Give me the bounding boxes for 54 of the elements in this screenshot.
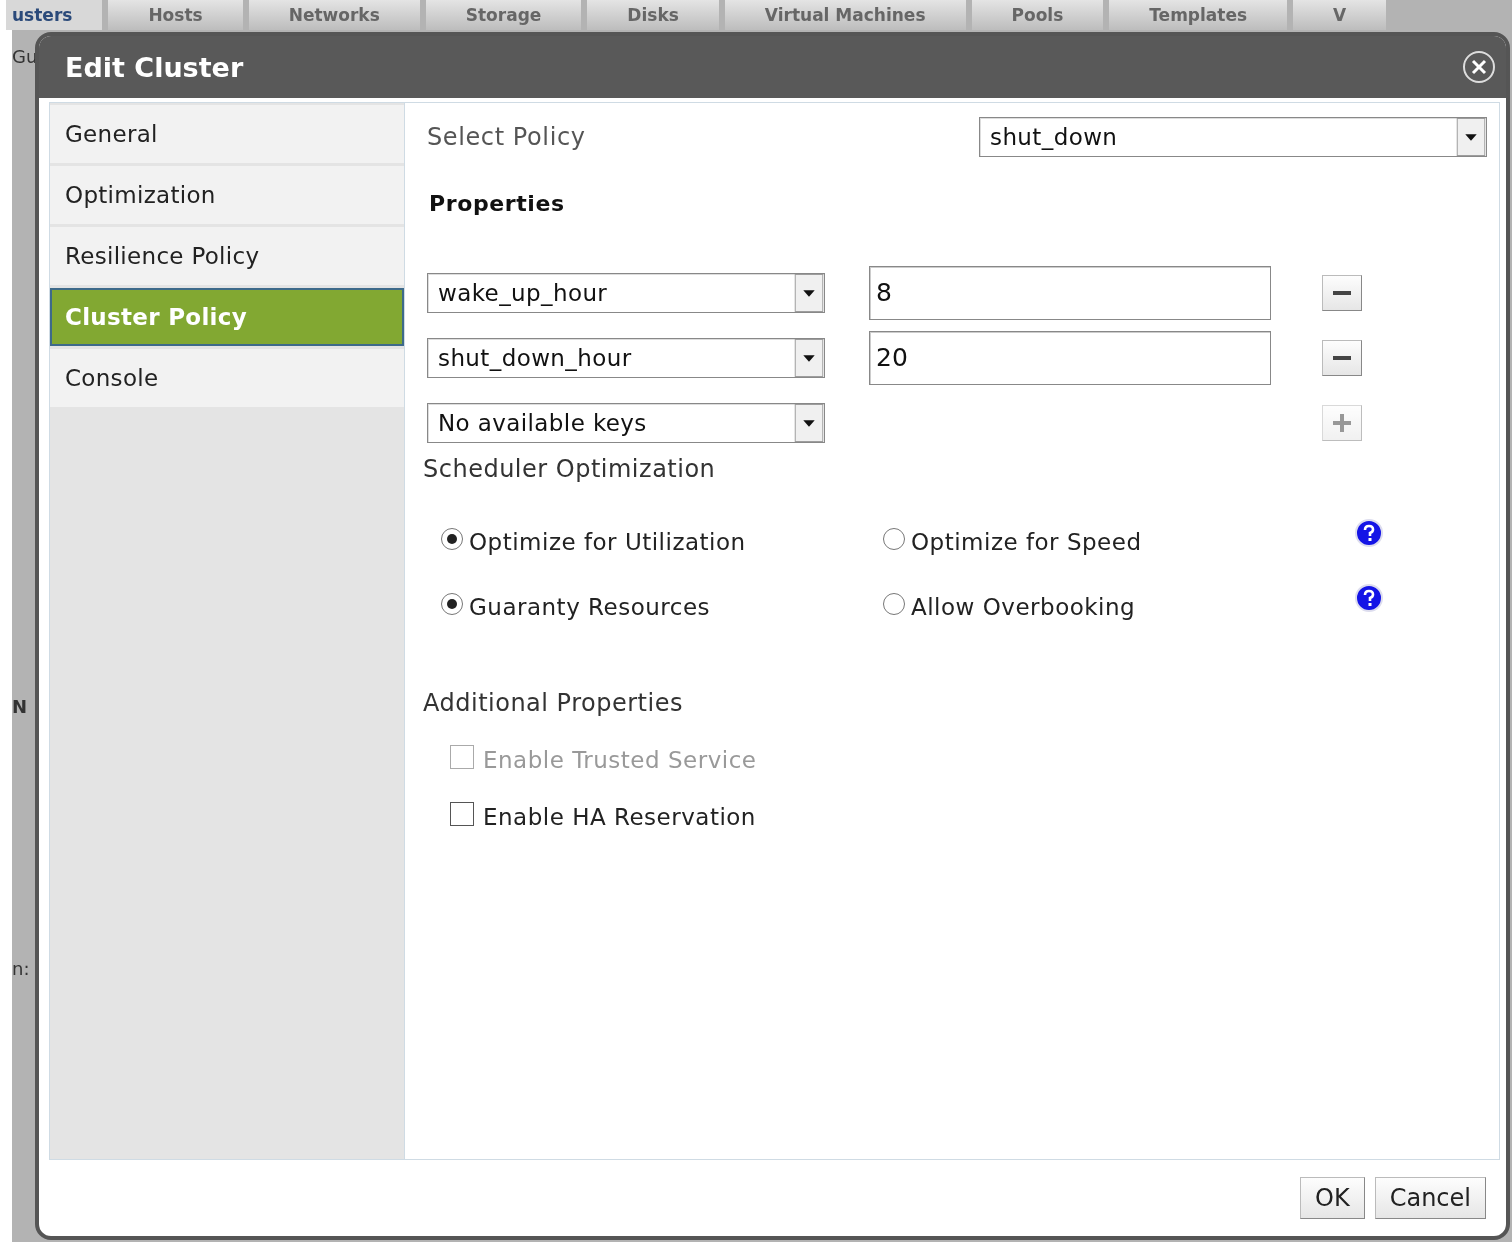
- radio-button[interactable]: [441, 527, 463, 550]
- field-label: Select Policy: [427, 123, 586, 151]
- checkbox-label: Enable HA Reservation: [483, 803, 756, 830]
- ok-button[interactable]: OK: [1300, 1177, 1365, 1219]
- radio-label: Guaranty Resources: [469, 593, 711, 620]
- nav-item[interactable]: General: [50, 105, 404, 163]
- cancel-button[interactable]: Cancel: [1374, 1177, 1486, 1219]
- tab[interactable]: Pools: [971, 0, 1104, 30]
- radio-option[interactable]: Optimize for Utilization: [441, 528, 883, 555]
- nav-item[interactable]: Optimization: [50, 166, 404, 224]
- radio-option[interactable]: Guaranty Resources: [441, 593, 883, 620]
- section-title: Properties: [429, 191, 566, 216]
- caret-icon: [794, 273, 824, 312]
- plus-icon: [1333, 413, 1351, 432]
- checkbox-label: Enable Trusted Service: [483, 746, 757, 773]
- radio-label: Optimize for Speed: [911, 528, 1142, 555]
- caret-icon: [794, 338, 824, 377]
- key-select[interactable]: wake_up_hour: [427, 272, 825, 313]
- key-select[interactable]: shut_down_hour: [427, 337, 825, 378]
- tab[interactable]: Templates: [1109, 0, 1288, 30]
- tab[interactable]: Networks: [248, 0, 420, 30]
- radio-button[interactable]: [883, 527, 905, 550]
- radio-option[interactable]: Allow Overbooking: [883, 593, 1325, 620]
- caret-icon: [794, 403, 824, 442]
- dialog-title: Edit Cluster: [65, 51, 244, 83]
- minus-icon: [1333, 355, 1351, 360]
- section-title: Scheduler Optimization: [423, 455, 717, 483]
- help-icon[interactable]: [1355, 583, 1383, 612]
- tab[interactable]: Virtual Machines: [724, 0, 966, 30]
- tab[interactable]: V: [1293, 0, 1387, 30]
- radio-label: Allow Overbooking: [911, 593, 1136, 620]
- background-text: N: [12, 696, 28, 719]
- checkbox[interactable]: [450, 801, 474, 826]
- policy-select[interactable]: shut_down: [979, 117, 1487, 157]
- tab[interactable]: Storage: [425, 0, 582, 30]
- tab[interactable]: usters: [6, 0, 103, 30]
- minus-icon: [1333, 290, 1351, 295]
- radio-option[interactable]: Optimize for Speed: [883, 528, 1325, 555]
- remove-button[interactable]: [1322, 339, 1362, 376]
- radio-button[interactable]: [441, 592, 463, 615]
- section-title: Additional Properties: [423, 689, 684, 717]
- caret-icon: [1456, 118, 1486, 156]
- value-field[interactable]: 8: [869, 265, 1271, 320]
- radio-label: Optimize for Utilization: [469, 528, 746, 555]
- remove-button[interactable]: [1322, 274, 1362, 311]
- value-field[interactable]: 20: [869, 330, 1271, 385]
- nav-item[interactable]: Resilience Policy: [50, 227, 404, 285]
- help-icon[interactable]: [1355, 518, 1383, 547]
- nav-item[interactable]: Console: [50, 349, 404, 407]
- radio-button[interactable]: [883, 592, 905, 615]
- close-icon[interactable]: [1462, 50, 1496, 84]
- background-text: n:: [12, 958, 30, 981]
- tab[interactable]: Hosts: [108, 0, 243, 30]
- tab[interactable]: Disks: [587, 0, 719, 30]
